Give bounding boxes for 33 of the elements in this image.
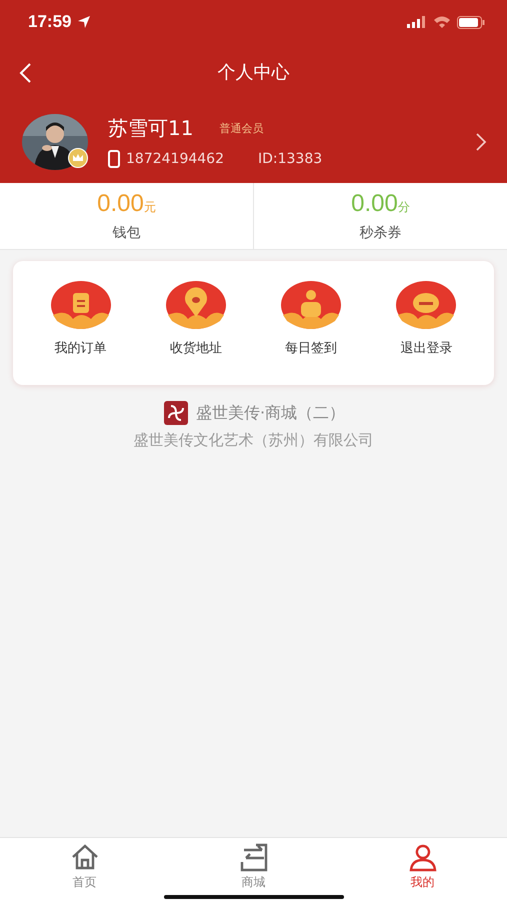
member-level: 普通会员 — [219, 121, 264, 136]
user-id: ID:13383 — [258, 151, 322, 167]
menu-item[interactable]: 我的订单 — [50, 281, 111, 357]
tab[interactable]: 我的 — [368, 838, 478, 891]
menu-item[interactable]: 收货地址 — [166, 281, 226, 357]
chevron-right-icon[interactable] — [475, 132, 487, 152]
page-title: 个人中心 — [218, 61, 290, 84]
tab[interactable]: 首页 — [30, 838, 140, 891]
checkin-icon — [281, 281, 342, 329]
wifi-icon — [433, 16, 451, 28]
back-icon — [18, 62, 32, 84]
status-time: 17:59 — [28, 12, 72, 32]
stat-label: 秒杀券 — [360, 224, 402, 242]
brand-name: 盛世美传·商城（二） — [196, 402, 346, 424]
signal-icon — [407, 16, 427, 28]
battery-icon — [457, 16, 485, 28]
phone-icon — [108, 150, 120, 168]
stat-label: 钱包 — [112, 224, 140, 242]
person-icon — [406, 842, 438, 872]
tab[interactable]: 商城 — [198, 838, 308, 891]
logout-icon — [396, 281, 456, 329]
user-name: 苏雪可11 — [108, 115, 194, 142]
stat-value: 0.00元 — [97, 190, 156, 218]
location-arrow-icon — [77, 15, 92, 29]
menu-item[interactable]: 退出登录 — [396, 281, 456, 357]
address-icon — [166, 281, 226, 329]
order-icon — [50, 281, 111, 329]
phone-number: 18724194462 — [126, 151, 224, 167]
stat-value: 0.00分 — [351, 190, 410, 218]
menu-item[interactable]: 每日签到 — [281, 281, 342, 357]
company-name: 盛世美传文化艺术（苏州）有限公司 — [134, 431, 374, 450]
brand-logo-icon — [162, 401, 190, 425]
crown-icon — [68, 148, 88, 168]
